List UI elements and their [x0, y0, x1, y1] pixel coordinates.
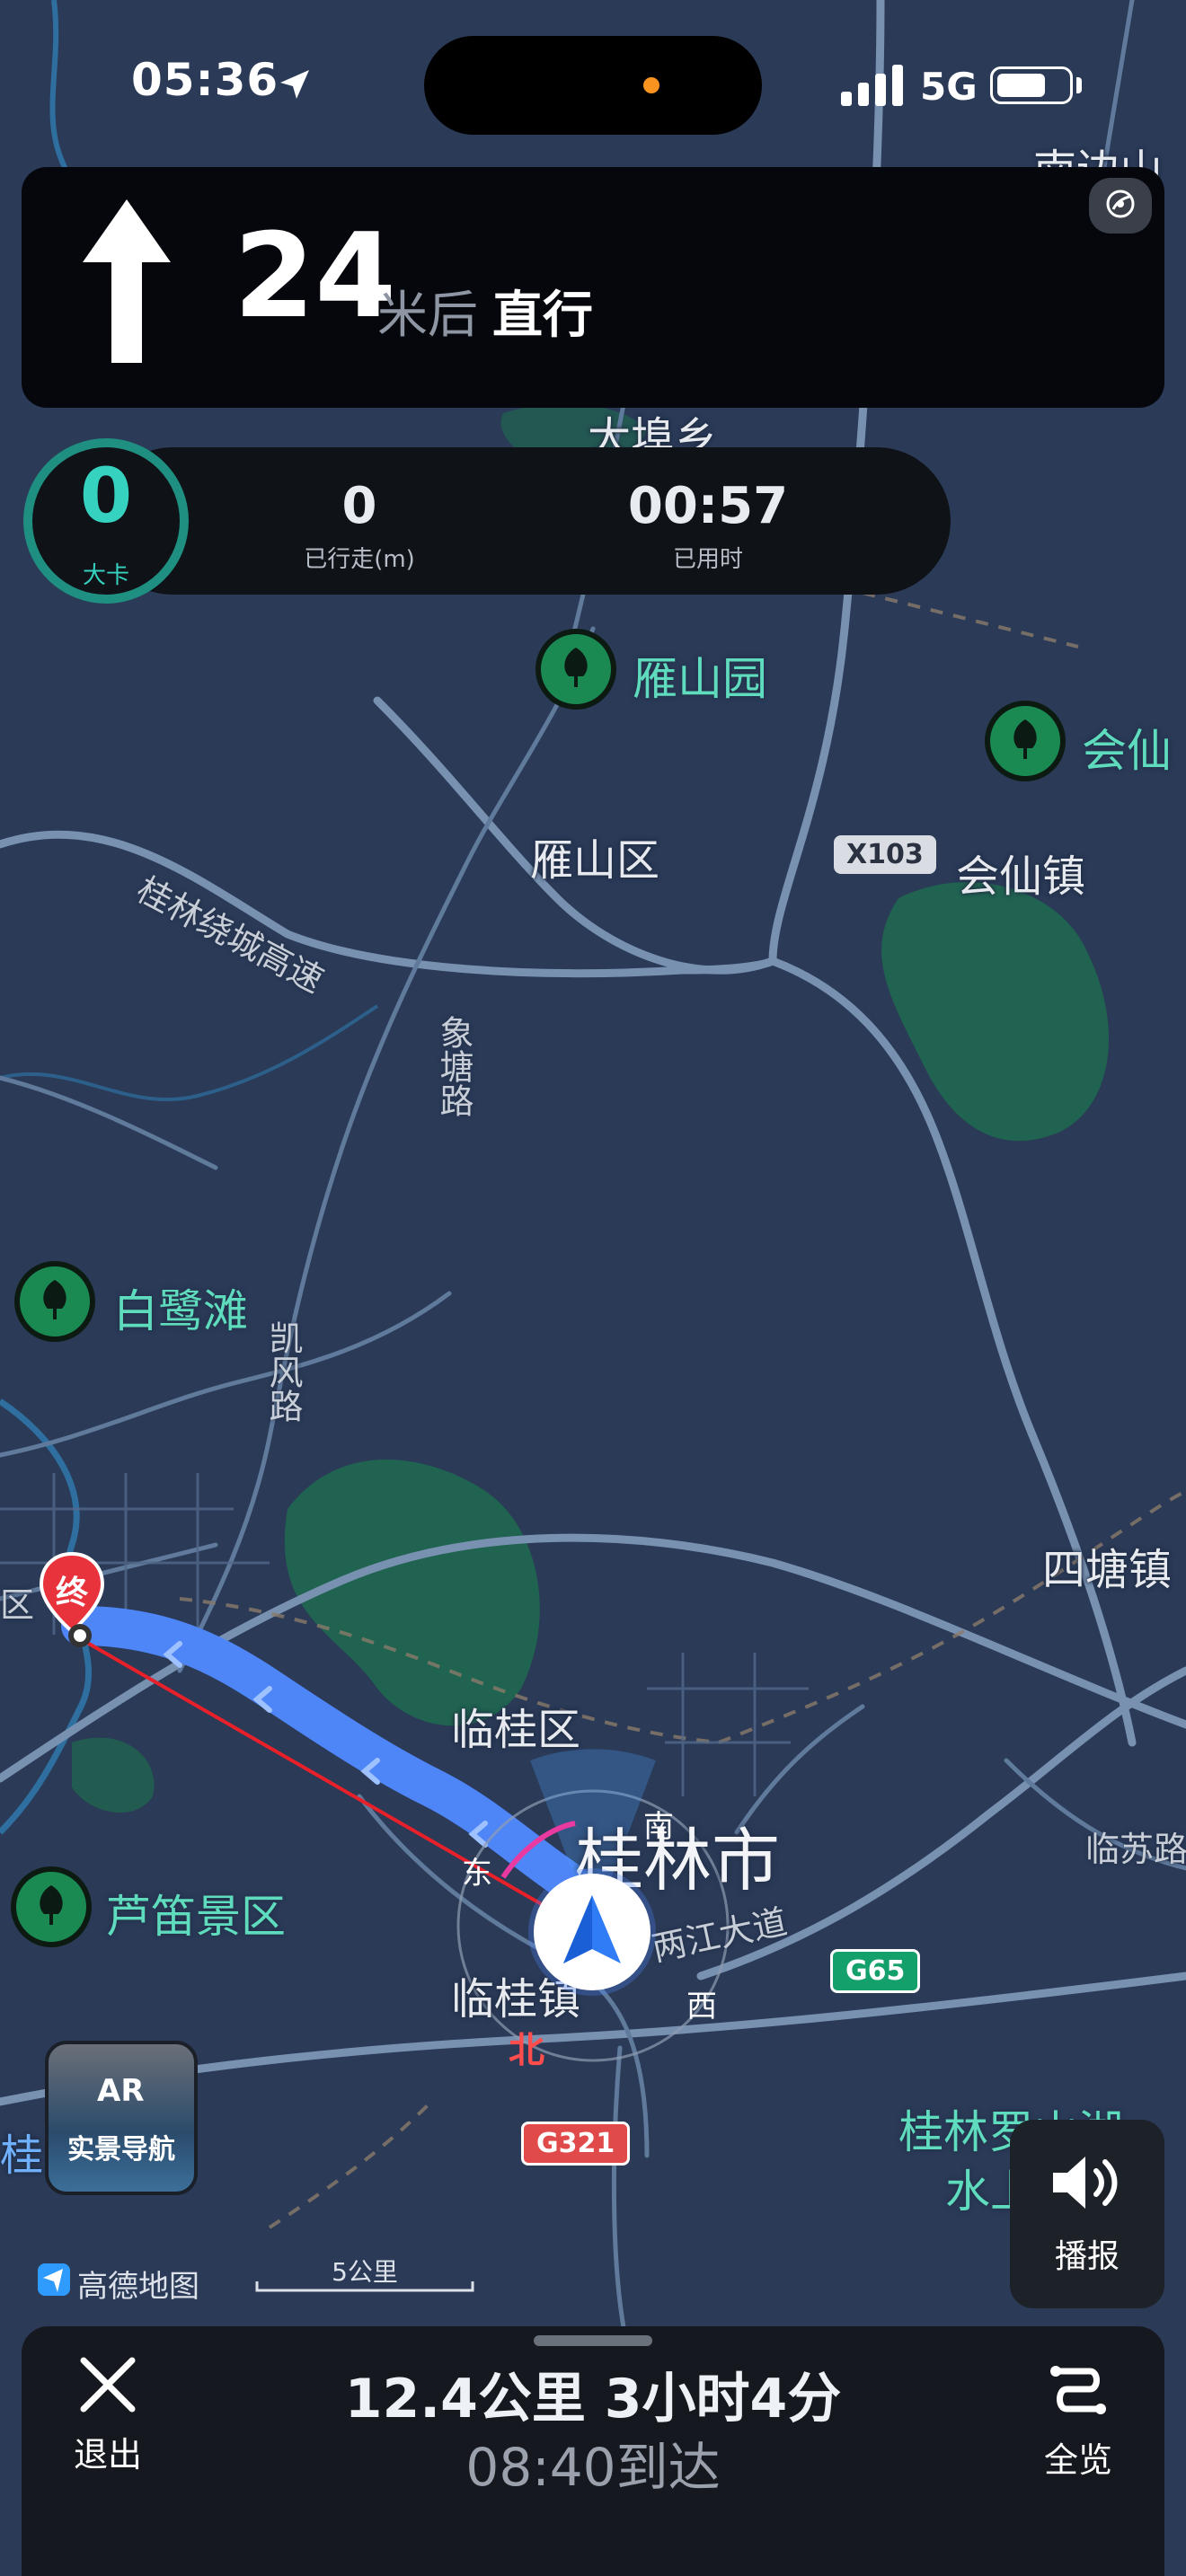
destination-marker[interactable]: 终: [38, 1552, 106, 1638]
calorie-label: 大卡: [82, 562, 129, 589]
guidance-distance: 24: [234, 207, 396, 344]
poi-label: 雁山园: [633, 653, 767, 705]
current-location-marker: [534, 1874, 651, 1990]
elapsed-time-label: 已用时: [672, 546, 743, 573]
close-icon: [76, 2353, 139, 2420]
park-poi[interactable]: [11, 1866, 92, 1947]
road-badge: G321: [521, 2122, 631, 2166]
battery-icon: [990, 66, 1073, 104]
park-poi[interactable]: [535, 629, 616, 710]
navigation-arrow-icon: [558, 1892, 626, 1972]
satellite-button[interactable]: [1089, 178, 1152, 234]
route-overview-icon: [1047, 2359, 1110, 2425]
satellite-icon: [1104, 188, 1137, 224]
road-label: 象塘路: [434, 1015, 474, 1117]
park-poi[interactable]: [14, 1261, 95, 1342]
place-label: 桂: [0, 2130, 44, 2181]
distance-walked-label: 已行走(m): [304, 546, 415, 573]
town-label: 四塘镇: [1042, 1545, 1173, 1595]
road-badge: X103: [834, 835, 936, 874]
poi-label: 白鹭滩: [113, 1285, 248, 1337]
amap-logo-text: 高德地图: [77, 2269, 199, 2305]
destination-label: 终: [55, 1575, 88, 1611]
broadcast-label: 播报: [1054, 2238, 1120, 2275]
tree-icon: [35, 1278, 75, 1325]
ar-navigation-label: 实景导航: [67, 2134, 175, 2166]
guidance-unit: 米后: [377, 287, 478, 345]
compass-south: 南: [643, 1809, 674, 1845]
compass-north: 北: [509, 2030, 544, 2071]
compass-east: 东: [462, 1856, 492, 1892]
arrival-time: 08:40到达: [465, 2437, 721, 2498]
dynamic-island: [424, 36, 762, 135]
amap-logo-icon: [36, 2262, 72, 2306]
road-label: 凯风路: [263, 1320, 303, 1423]
signal-icon: [841, 65, 904, 106]
ar-icon: AR: [97, 2073, 145, 2109]
overview-label: 全览: [1043, 2440, 1112, 2480]
place-label: 区: [0, 1585, 35, 1625]
tree-icon: [31, 1883, 71, 1930]
sheet-handle[interactable]: [534, 2335, 652, 2346]
elapsed-time-value: 00:57: [627, 477, 789, 535]
road-label: 临苏路: [1085, 1830, 1186, 1869]
tree-icon: [1005, 718, 1045, 764]
location-arrow-icon: [277, 66, 313, 106]
tree-icon: [556, 646, 596, 693]
guidance-action: 直行: [492, 287, 593, 345]
amap-logo: 高德地图: [36, 2262, 199, 2306]
compass-west: 西: [686, 1989, 717, 2025]
poi-label: 芦笛景区: [106, 1891, 286, 1943]
poi-label: 会仙: [1082, 725, 1172, 777]
ar-navigation-button[interactable]: [45, 2041, 198, 2195]
battery-tip: [1076, 77, 1082, 93]
district-label: 雁山区: [530, 835, 660, 886]
recording-dot: [643, 77, 659, 93]
broadcast-button[interactable]: 播报: [1010, 2120, 1164, 2308]
park-poi[interactable]: [985, 701, 1066, 781]
exit-button[interactable]: 退出: [54, 2353, 162, 2488]
status-time: 05:36: [131, 54, 279, 106]
guidance-card[interactable]: [22, 167, 1164, 408]
trip-summary: 12.4公里 3小时4分: [344, 2368, 842, 2430]
distance-walked-value: 0: [341, 477, 377, 535]
overview-button[interactable]: 全览: [1024, 2359, 1132, 2493]
speaker-icon: [1049, 2151, 1125, 2218]
map-scale-bar: [255, 2254, 474, 2294]
road-badge: G65: [830, 1949, 921, 1993]
district-label: 临桂区: [451, 1705, 581, 1755]
network-label: 5G: [920, 65, 978, 109]
town-label: 会仙镇: [956, 851, 1086, 902]
destination-dot: [68, 1624, 92, 1647]
exit-label: 退出: [73, 2435, 142, 2475]
calorie-value: 0: [79, 452, 133, 540]
straight-arrow-icon: [77, 196, 176, 366]
